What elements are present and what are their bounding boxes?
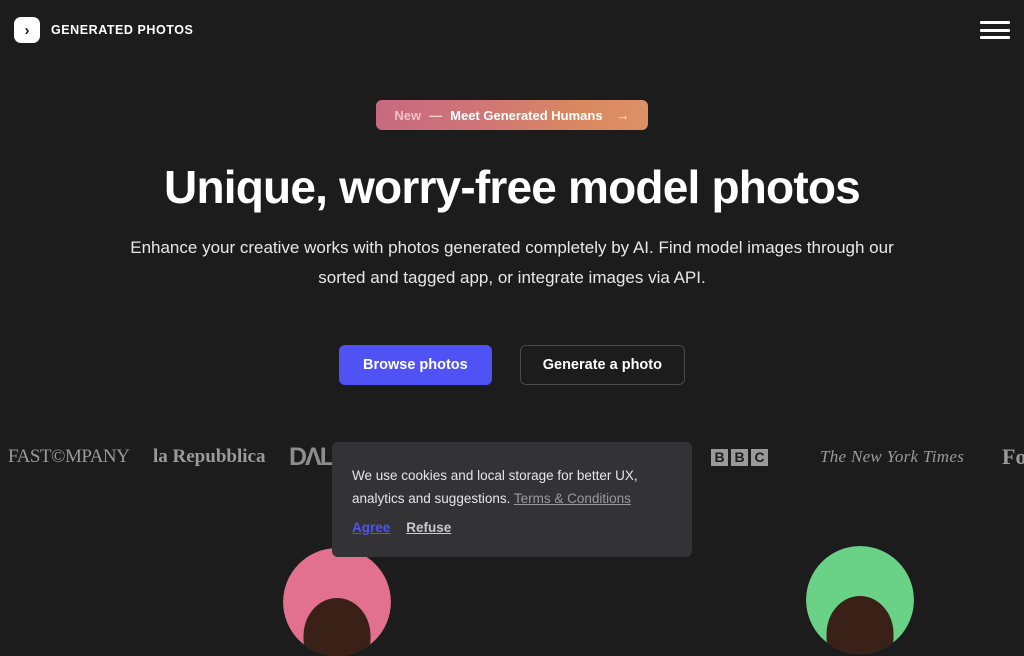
- hamburger-bar: [980, 21, 1010, 24]
- brand-name: GENERATED PHOTOS: [51, 23, 194, 37]
- logo-forbes: For: [1002, 444, 1024, 469]
- announcement-dash: —: [429, 107, 443, 123]
- cookie-agree-button[interactable]: Agree: [352, 520, 390, 535]
- terms-and-conditions-link[interactable]: Terms & Conditions: [514, 491, 631, 506]
- site-header: › GENERATED PHOTOS: [0, 0, 1024, 60]
- cookie-refuse-button[interactable]: Refuse: [406, 520, 451, 535]
- cookie-message-wrap: We use cookies and local storage for bet…: [352, 464, 672, 510]
- avatar-background: [283, 548, 391, 656]
- announcement-banner-wrap: New — Meet Generated Humans →: [0, 100, 1024, 130]
- cookie-actions: Agree Refuse: [352, 520, 672, 535]
- hamburger-bar: [980, 28, 1010, 32]
- logo-new-york-times: The New York Times: [820, 447, 965, 466]
- bbc-letter: C: [751, 448, 768, 466]
- avatar-background: [806, 546, 914, 654]
- page-title: Unique, worry-free model photos: [164, 161, 861, 213]
- generate-photo-button[interactable]: Generate a photo: [519, 345, 685, 385]
- avatar-face: [826, 595, 894, 654]
- cookie-consent-banner: We use cookies and local storage for bet…: [332, 442, 692, 557]
- logo-bbc: B B C: [711, 438, 768, 476]
- announcement-banner[interactable]: New — Meet Generated Humans →: [376, 100, 648, 130]
- browse-photos-button[interactable]: Browse photos: [339, 345, 492, 385]
- cta-row: Browse photos Generate a photo: [0, 345, 1024, 385]
- announcement-text: Meet Generated Humans: [450, 107, 603, 123]
- logo-fast-company: FAST©MPANY: [8, 446, 130, 467]
- bbc-letter: B: [731, 448, 748, 466]
- avatar-face: [303, 597, 371, 656]
- chevron-right-logo-icon: ›: [14, 17, 40, 43]
- hero-subtitle: Enhance your creative works with photos …: [130, 238, 894, 287]
- avatar-photo-pink[interactable]: [283, 548, 391, 656]
- brand-logo[interactable]: › GENERATED PHOTOS: [14, 17, 193, 43]
- bbc-letter: B: [711, 448, 728, 466]
- announcement-new-label: New: [394, 107, 422, 123]
- arrow-right-icon: →: [616, 107, 630, 123]
- avatar-photo-green[interactable]: [806, 546, 914, 654]
- hamburger-menu-icon[interactable]: [980, 19, 1010, 41]
- hamburger-bar: [980, 36, 1010, 39]
- logo-la-repubblica: la Repubblica: [153, 446, 266, 467]
